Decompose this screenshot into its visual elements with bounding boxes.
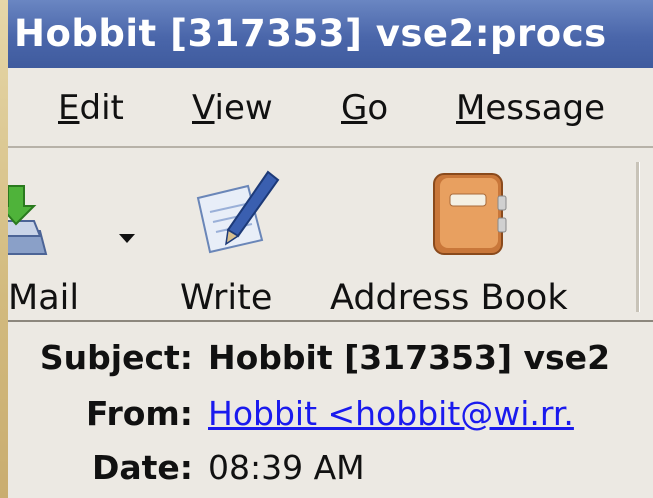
subject-row: Subject: Hobbit [317353] vse2 <box>8 330 653 386</box>
menu-edit[interactable]: Edit <box>58 88 124 128</box>
write-button[interactable]: Write <box>176 166 296 318</box>
from-row: From: Hobbit <hobbit@wi.rr. <box>8 386 653 442</box>
get-mail-button[interactable]: Mail <box>8 166 120 318</box>
menu-message-mnemonic: M <box>456 88 486 128</box>
menu-go-mnemonic: G <box>341 88 368 128</box>
get-mail-label: Mail <box>8 278 80 318</box>
date-label: Date: <box>91 448 193 487</box>
from-label: From: <box>86 394 193 433</box>
toolbar-separator <box>636 162 640 312</box>
menu-edit-label: dit <box>79 88 124 128</box>
subject-value: Hobbit [317353] vse2 <box>208 338 611 377</box>
menubar: Edit View Go Message <box>8 68 653 148</box>
menu-go-label: o <box>367 88 389 128</box>
get-mail-icon <box>8 185 48 255</box>
menu-edit-mnemonic: E <box>58 88 80 128</box>
write-icon <box>196 170 280 254</box>
window-titlebar[interactable]: Hobbit [317353] vse2:procs <box>8 0 653 68</box>
message-header: Subject: Hobbit [317353] vse2 From: Hobb… <box>8 322 653 498</box>
dropdown-arrow-icon[interactable] <box>119 234 135 243</box>
menu-view-label: iew <box>214 88 273 128</box>
date-value: 08:39 AM <box>208 448 365 487</box>
address-book-button[interactable]: Address Book <box>330 166 630 318</box>
menu-go[interactable]: Go <box>341 88 388 128</box>
address-book-icon <box>433 173 507 255</box>
subject-label: Subject: <box>39 338 193 377</box>
mail-window: Hobbit [317353] vse2:procs Edit View Go … <box>8 0 653 498</box>
menu-message-label: essage <box>485 88 606 128</box>
date-row: Date: 08:39 AM <box>8 440 653 496</box>
write-label: Write <box>180 278 273 318</box>
menu-view-mnemonic: V <box>192 88 215 128</box>
toolbar: Mail Write Address Book <box>8 148 653 322</box>
menu-view[interactable]: View <box>192 88 273 128</box>
desktop-background <box>0 0 8 498</box>
address-book-label: Address Book <box>330 278 568 318</box>
menu-message[interactable]: Message <box>456 88 605 128</box>
from-value-link[interactable]: Hobbit <hobbit@wi.rr. <box>208 394 574 433</box>
